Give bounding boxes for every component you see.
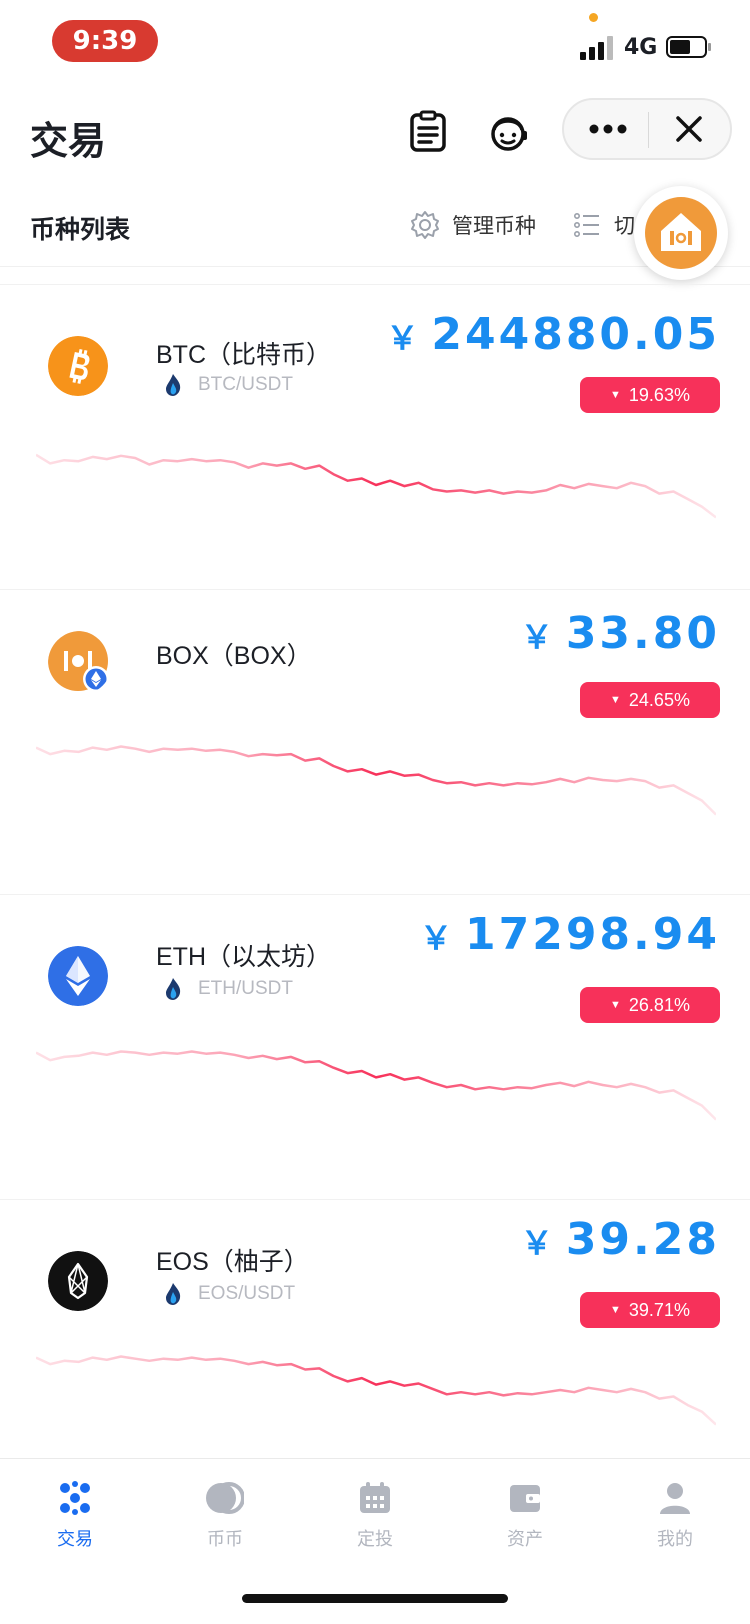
switch-view-button[interactable]: 切 (574, 210, 635, 240)
nav-item-me[interactable]: 我的 (620, 1481, 730, 1551)
price-value: 39.28 (565, 1214, 720, 1265)
floating-home-button[interactable] (634, 186, 728, 280)
bottom-nav: 交易 币币 定投 资产 我的 (0, 1458, 750, 1624)
coin-name: EOS（柚子） (156, 1248, 309, 1276)
battery-icon (666, 36, 711, 58)
trend-line (36, 1355, 716, 1426)
currency-symbol: ￥ (520, 1224, 556, 1262)
network-type: 4G (624, 35, 658, 60)
customer-service-icon[interactable] (486, 110, 530, 154)
calendar-icon (360, 1482, 390, 1513)
gear-icon (411, 211, 439, 239)
trading-pair: EOS/USDT (164, 1282, 295, 1306)
trading-pair: ETH/USDT (164, 977, 293, 1001)
switch-view-label: 切 (614, 215, 635, 238)
coin-coin-icon (206, 1482, 244, 1514)
trend-line (36, 745, 716, 816)
change-value: 26.81% (628, 994, 690, 1015)
down-arrow-icon: ▼ (610, 1304, 621, 1316)
down-arrow-icon: ▼ (610, 694, 621, 706)
down-arrow-icon: ▼ (610, 389, 621, 401)
huobi-flame-icon (166, 978, 181, 1000)
change-value: 39.71% (628, 1299, 690, 1320)
change-badge: ▼ 19.63% (580, 377, 720, 413)
huobi-flame-icon (166, 1283, 181, 1305)
change-badge: ▼ 24.65% (580, 682, 720, 718)
box-token-icon (48, 631, 109, 692)
coin-name: BOX（BOX） (156, 642, 312, 670)
currency-symbol: ￥ (386, 319, 422, 357)
currency-symbol: ￥ (419, 919, 455, 957)
huobi-flame-icon (166, 374, 181, 396)
close-icon[interactable] (674, 114, 704, 144)
app-header: 交易 (0, 96, 750, 176)
signal-icon (580, 36, 613, 60)
mic-indicator-icon (589, 13, 598, 22)
trading-pair: BTC/USDT (164, 373, 293, 397)
sparkline-btc (36, 453, 716, 519)
coin-price: ￥ 39.28 (521, 1214, 720, 1265)
coin-price: ￥ 33.80 (521, 608, 720, 659)
coin-name: ETH（以太坊） (156, 943, 332, 971)
sparkline-eos (36, 1355, 716, 1426)
nav-item-assets[interactable]: 资产 (470, 1481, 580, 1551)
section-title: 币种列表 (30, 216, 131, 244)
sparkline-box (36, 745, 716, 816)
manage-coins-button[interactable]: 管理币种 (410, 210, 536, 240)
wallet-icon (510, 1485, 540, 1512)
trend-line (36, 1050, 716, 1121)
sparkline-eth (36, 1050, 716, 1121)
price-value: 244880.05 (431, 309, 720, 360)
coin-card-box[interactable]: BOX（BOX） ￥ 33.80 ▼ 24.65% (0, 589, 750, 894)
coin-price: ￥ 17298.94 (420, 909, 720, 960)
price-value: 33.80 (565, 608, 720, 659)
miniapp-capsule (562, 98, 732, 160)
change-value: 19.63% (628, 384, 690, 405)
nav-label: 我的 (657, 1529, 693, 1549)
list-icon (574, 213, 599, 237)
change-value: 24.65% (628, 689, 690, 710)
nav-item-trade[interactable]: 交易 (20, 1481, 130, 1551)
eos-icon (48, 1251, 108, 1311)
trend-line (36, 453, 716, 519)
page-title: 交易 (30, 121, 107, 163)
pair-label: ETH/USDT (198, 978, 293, 999)
pair-label: BTC/USDT (198, 374, 293, 395)
nav-item-coin-coin[interactable]: 币币 (170, 1481, 280, 1551)
coin-price: ￥ 244880.05 (386, 309, 720, 360)
down-arrow-icon: ▼ (610, 999, 621, 1011)
nav-label: 资产 (507, 1529, 543, 1549)
coin-name: BTC（比特币） (156, 341, 332, 369)
change-badge: ▼ 26.81% (580, 987, 720, 1023)
nav-label: 定投 (357, 1529, 393, 1549)
price-value: 17298.94 (464, 909, 720, 960)
home-icon (661, 213, 701, 251)
box-home-logo (645, 197, 717, 269)
manage-coins-label: 管理币种 (452, 215, 536, 238)
user-icon (660, 1483, 690, 1514)
status-time: 9:39 (52, 20, 158, 62)
bitcoin-icon (48, 336, 108, 396)
coin-card-btc[interactable]: BTC（比特币） BTC/USDT ￥ 244880.05 ▼ 19.63% (0, 284, 750, 589)
currency-symbol: ￥ (520, 618, 556, 656)
pair-label: EOS/USDT (198, 1283, 296, 1304)
orders-icon[interactable] (406, 110, 450, 154)
capsule-divider (648, 112, 649, 148)
nav-label: 交易 (57, 1529, 93, 1549)
trade-icon (60, 1481, 90, 1515)
status-bar: 9:39 4G (0, 0, 750, 86)
more-icon[interactable] (586, 117, 630, 141)
home-indicator (242, 1594, 508, 1603)
ethereum-icon (48, 946, 108, 1006)
coin-card-eth[interactable]: ETH（以太坊） ETH/USDT ￥ 17298.94 ▼ 26.81% (0, 894, 750, 1199)
nav-label: 币币 (207, 1529, 243, 1549)
change-badge: ▼ 39.71% (580, 1292, 720, 1328)
nav-item-dca[interactable]: 定投 (320, 1481, 430, 1551)
